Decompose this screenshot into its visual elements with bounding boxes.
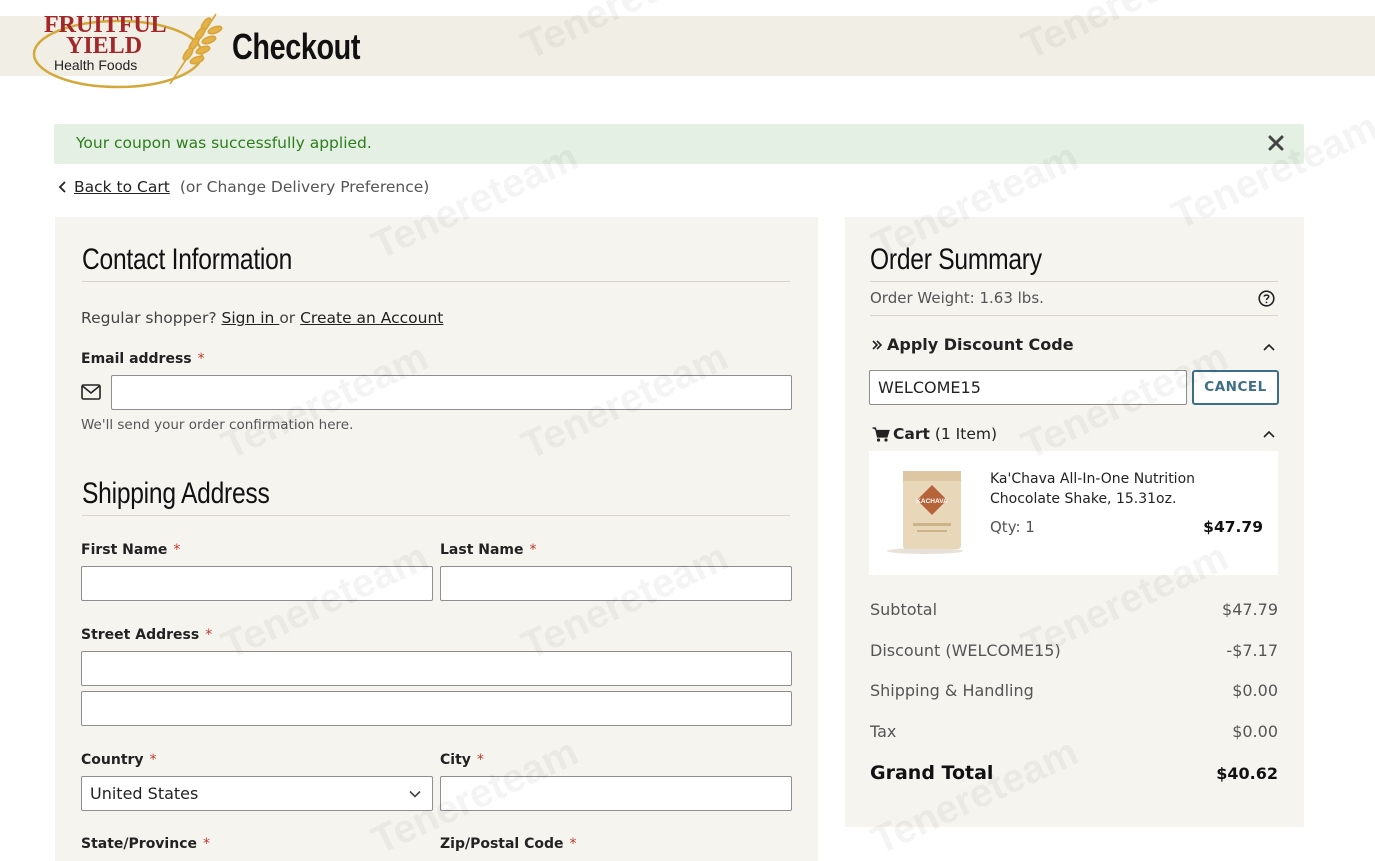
chevron-down-icon: [409, 790, 421, 798]
discount-label: Discount (WELCOME15): [870, 641, 1061, 660]
product-price: $47.79: [1203, 518, 1263, 536]
grand-total-row: Grand Total $40.62: [870, 762, 1278, 784]
required-marker: *: [203, 836, 210, 852]
create-account-link[interactable]: Create an Account: [300, 309, 443, 327]
close-icon[interactable]: [1262, 129, 1290, 157]
chevron-up-icon[interactable]: [1262, 342, 1276, 352]
zip-label: Zip/Postal Code *: [440, 836, 577, 852]
subtotal-label: Subtotal: [870, 600, 938, 619]
back-to-cart-row: Back to Cart (or Change Delivery Prefere…: [58, 178, 429, 196]
street-address-line1-field[interactable]: [81, 651, 792, 686]
required-marker: *: [476, 752, 484, 768]
last-name-label-text: Last Name: [440, 542, 524, 558]
sign-in-link[interactable]: Sign in: [222, 309, 280, 327]
required-marker: *: [569, 836, 577, 852]
or-text: or: [279, 309, 296, 327]
city-field[interactable]: [440, 776, 792, 811]
country-label-text: Country: [81, 752, 144, 768]
required-marker: *: [197, 351, 205, 367]
shipping-value: $0.00: [1232, 681, 1278, 700]
logo-line3: Health Foods: [54, 57, 137, 73]
last-name-label: Last Name *: [440, 542, 537, 558]
page-title: Checkout: [232, 26, 361, 67]
divider: [870, 315, 1278, 316]
street-address-label-text: Street Address: [81, 627, 200, 643]
logo-line2: YIELD: [66, 33, 142, 59]
email-field[interactable]: [111, 375, 792, 410]
store-logo[interactable]: FRUITFUL YIELD Health Foods: [30, 6, 225, 92]
coupon-success-alert: Your coupon was successfully applied.: [54, 124, 1304, 164]
shipping-label: Shipping & Handling: [870, 681, 1034, 700]
sign-in-prompt: Regular shopper? Sign in or Create an Ac…: [81, 309, 443, 327]
product-image[interactable]: KACHAVA: [883, 469, 965, 555]
order-weight: Order Weight: 1.63 lbs.: [870, 289, 1044, 307]
tax-row: Tax $0.00: [870, 722, 1278, 741]
zip-label-text: Zip/Postal Code: [440, 836, 564, 852]
order-summary-heading: Order Summary: [870, 243, 1042, 276]
email-label: Email address *: [81, 351, 205, 367]
cart-count: (1 Item): [934, 425, 997, 443]
chevron-up-icon[interactable]: [1262, 429, 1276, 439]
required-marker: *: [149, 752, 157, 768]
tax-label: Tax: [870, 722, 897, 741]
cart-toggle[interactable]: Cart (1 Item): [893, 425, 997, 443]
back-to-cart-link[interactable]: Back to Cart: [74, 178, 170, 196]
cart-label: Cart: [893, 425, 930, 443]
mail-icon: [81, 384, 101, 400]
delivery-preference-note: (or Change Delivery Preference): [179, 178, 430, 196]
chevron-left-icon: [58, 181, 66, 193]
product-quantity: Qty: 1: [990, 518, 1035, 536]
cart-item: KACHAVA Ka'Chava All-In-One Nutrition Ch…: [869, 451, 1278, 575]
discount-value: -$7.17: [1226, 641, 1278, 660]
cancel-discount-button[interactable]: CANCEL: [1192, 370, 1279, 405]
grand-total-label: Grand Total: [870, 762, 994, 784]
first-name-field[interactable]: [81, 566, 433, 601]
site-header: FRUITFUL YIELD Health Foods Checkout: [0, 0, 1375, 94]
grand-total-value: $40.62: [1216, 764, 1278, 783]
shipping-address-heading: Shipping Address: [82, 477, 270, 510]
country-label: Country *: [81, 752, 157, 768]
discount-row: Discount (WELCOME15) -$7.17: [870, 641, 1278, 660]
country-select[interactable]: United States: [81, 776, 433, 811]
help-icon[interactable]: [1258, 290, 1275, 307]
apply-discount-toggle[interactable]: Apply Discount Code: [887, 335, 1074, 354]
city-label-text: City: [440, 752, 471, 768]
state-label-text: State/Province: [81, 836, 197, 852]
city-label: City *: [440, 752, 484, 768]
product-image-label: KACHAVA: [916, 498, 948, 505]
required-marker: *: [205, 627, 213, 643]
divider: [82, 281, 790, 282]
first-name-label: First Name *: [81, 542, 180, 558]
first-name-label-text: First Name: [81, 542, 168, 558]
product-name[interactable]: Ka'Chava All-In-One Nutrition Chocolate …: [990, 469, 1265, 509]
discount-code-field[interactable]: WELCOME15: [869, 370, 1187, 405]
subtotal-value: $47.79: [1222, 600, 1278, 619]
last-name-field[interactable]: [440, 566, 792, 601]
street-address-label: Street Address *: [81, 627, 212, 643]
divider: [82, 515, 790, 516]
required-marker: *: [173, 542, 181, 558]
subtotal-row: Subtotal $47.79: [870, 600, 1278, 619]
email-hint: We'll send your order confirmation here.: [81, 417, 354, 433]
state-label: State/Province *: [81, 836, 210, 852]
shipping-row: Shipping & Handling $0.00: [870, 681, 1278, 700]
divider: [870, 281, 1278, 282]
street-address-line2-field[interactable]: [81, 691, 792, 726]
country-select-value: United States: [90, 784, 199, 803]
contact-information-heading: Contact Information: [82, 243, 293, 276]
tax-value: $0.00: [1232, 722, 1278, 741]
required-marker: *: [529, 542, 537, 558]
cart-icon: [872, 427, 890, 442]
alert-message: Your coupon was successfully applied.: [76, 134, 372, 152]
email-label-text: Email address: [81, 351, 192, 367]
tag-icon: [872, 340, 883, 350]
regular-shopper-text: Regular shopper?: [81, 309, 217, 327]
